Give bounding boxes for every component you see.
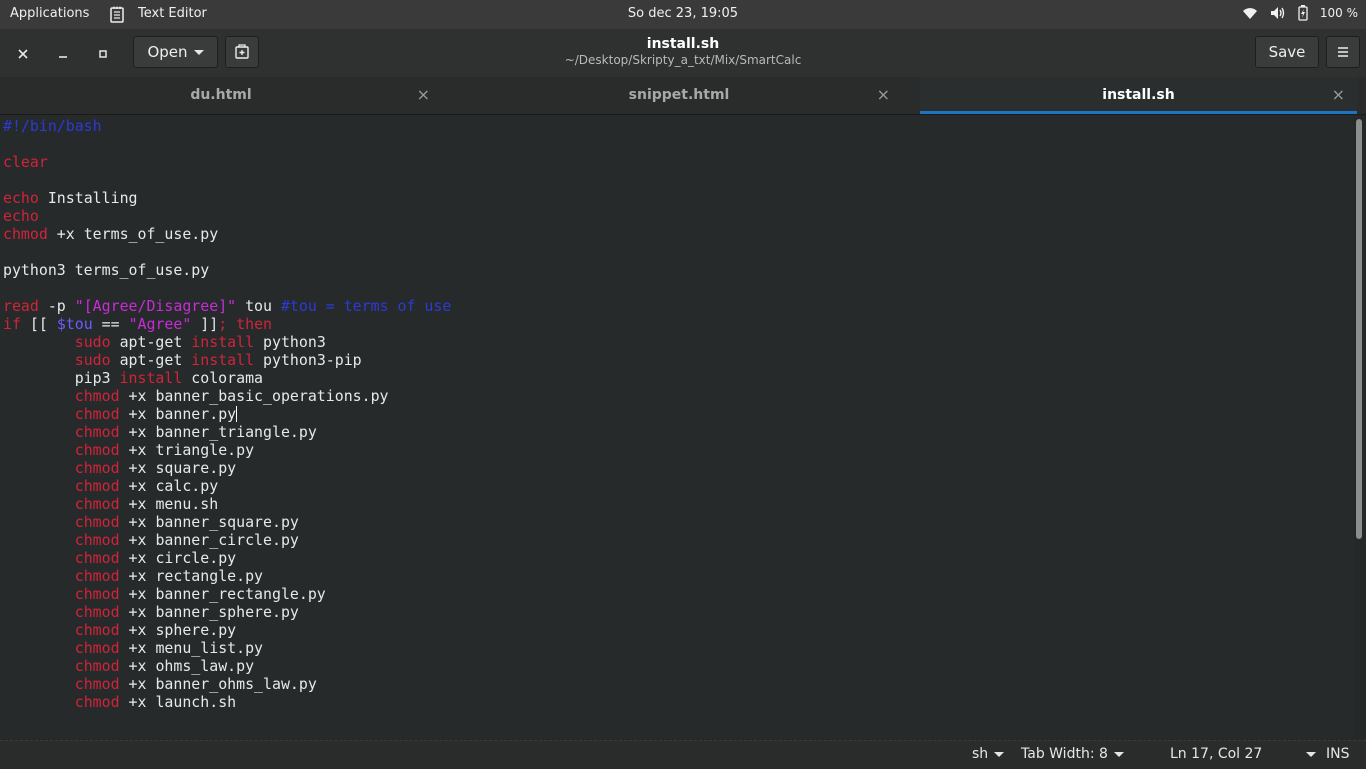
language-label: sh [972, 746, 989, 762]
chmod-file: menu_list.py [155, 639, 264, 657]
cursor-position-label: Ln 17, Col 27 [1170, 746, 1263, 762]
keyword: if [3, 315, 21, 333]
chmod-file: banner_circle.py [155, 531, 299, 549]
keyword: chmod [3, 225, 48, 243]
chmod-file: banner_basic_operations.py [155, 387, 389, 405]
code-editor[interactable]: #!/bin/bash clear echo Installing echo c… [0, 115, 1354, 739]
save-button[interactable]: Save [1255, 36, 1319, 68]
tab-install-sh[interactable]: install.sh × [920, 77, 1357, 114]
keyword: echo [3, 189, 39, 207]
chmod-file: menu.sh [155, 495, 219, 513]
keyword: clear [3, 153, 48, 171]
comment: #tou = terms of use [280, 297, 452, 315]
package: colorama [191, 369, 264, 387]
keyword: install [119, 369, 183, 387]
terms-file: terms_of_use.py [83, 225, 219, 243]
package: python3-pip [263, 351, 362, 369]
system-tray[interactable]: 100 % [1242, 5, 1358, 21]
chevron-down-icon [1113, 751, 1124, 757]
window-title: install.sh ~/Desktop/Skripty_a_txt/Mix/S… [0, 36, 1366, 67]
tab-label: du.html [190, 87, 252, 103]
echo-arg: Installing [47, 189, 138, 207]
close-tab-icon[interactable]: × [877, 85, 890, 104]
document-title: install.sh [646, 36, 720, 52]
battery-percent: 100 % [1319, 6, 1358, 20]
tab-snippet-html[interactable]: snippet.html × [456, 77, 902, 114]
agree-string: "Agree" [128, 315, 192, 333]
keyword: read [3, 297, 39, 315]
chmod-file: circle.py [155, 549, 237, 567]
package: python3 [263, 333, 326, 351]
insert-mode-indicator[interactable]: INS [1326, 746, 1350, 762]
header-bar: Open install.sh ~/Desktop/Skripty_a_txt/… [0, 29, 1366, 78]
close-tab-icon[interactable]: × [1332, 85, 1345, 104]
tab-label: install.sh [1102, 87, 1175, 103]
chmod-file: banner.py [155, 405, 237, 423]
read-prompt-string: "[Agree/Disagree]" [74, 297, 237, 315]
status-bar: sh Tab Width: 8 Ln 17, Col 27 INS [0, 740, 1366, 769]
wifi-icon[interactable] [1242, 6, 1258, 20]
save-label: Save [1268, 43, 1306, 61]
chmod-file: calc.py [155, 477, 219, 495]
chmod-file: banner_square.py [155, 513, 299, 531]
chmod-file: ohms_law.py [155, 657, 255, 675]
chevron-down-icon [1306, 751, 1317, 757]
code-text[interactable]: #!/bin/bash clear echo Installing echo c… [3, 117, 451, 711]
keyword: sudo [74, 333, 111, 351]
tab-width-label: Tab Width: 8 [1021, 746, 1108, 762]
tab-width-selector[interactable]: Tab Width: 8 [1021, 746, 1124, 762]
system-top-bar: Applications Text Editor So dec 23, 19:0… [0, 0, 1366, 29]
close-tab-icon[interactable]: × [417, 85, 430, 104]
tab-label: snippet.html [628, 87, 730, 103]
chmod-file: rectangle.py [155, 567, 264, 585]
vertical-scrollbar[interactable] [1356, 119, 1362, 539]
menu-button[interactable] [1326, 36, 1360, 68]
shebang: #!/bin/bash [3, 117, 102, 135]
language-selector[interactable]: sh [972, 746, 1005, 762]
chmod-file: banner_sphere.py [155, 603, 299, 621]
battery-icon[interactable] [1298, 5, 1308, 21]
chmod-file: banner_ohms_law.py [155, 675, 317, 693]
chmod-file: triangle.py [155, 441, 255, 459]
text-cursor [236, 406, 238, 422]
keyword: sudo [74, 351, 111, 369]
volume-icon[interactable] [1270, 6, 1286, 20]
hamburger-menu-icon [1338, 47, 1348, 57]
chevron-down-icon [994, 751, 1005, 757]
chmod-file: sphere.py [155, 621, 237, 639]
chmod-file: banner_rectangle.py [155, 585, 326, 603]
variable: $tou [56, 315, 93, 333]
clock[interactable]: So dec 23, 19:05 [0, 6, 1366, 21]
cursor-position-selector[interactable]: Ln 17, Col 27 [1170, 746, 1317, 762]
python-line: python3 terms_of_use.py [3, 261, 210, 279]
keyword: echo [3, 207, 39, 225]
chmod-file: banner_triangle.py [155, 423, 317, 441]
chmod-file: square.py [155, 459, 237, 477]
tab-du-html[interactable]: du.html × [0, 77, 442, 114]
document-path: ~/Desktop/Skripty_a_txt/Mix/SmartCalc [564, 53, 802, 67]
document-tabs: du.html × snippet.html × install.sh × [0, 77, 1366, 115]
chmod-file: launch.sh [155, 693, 237, 711]
